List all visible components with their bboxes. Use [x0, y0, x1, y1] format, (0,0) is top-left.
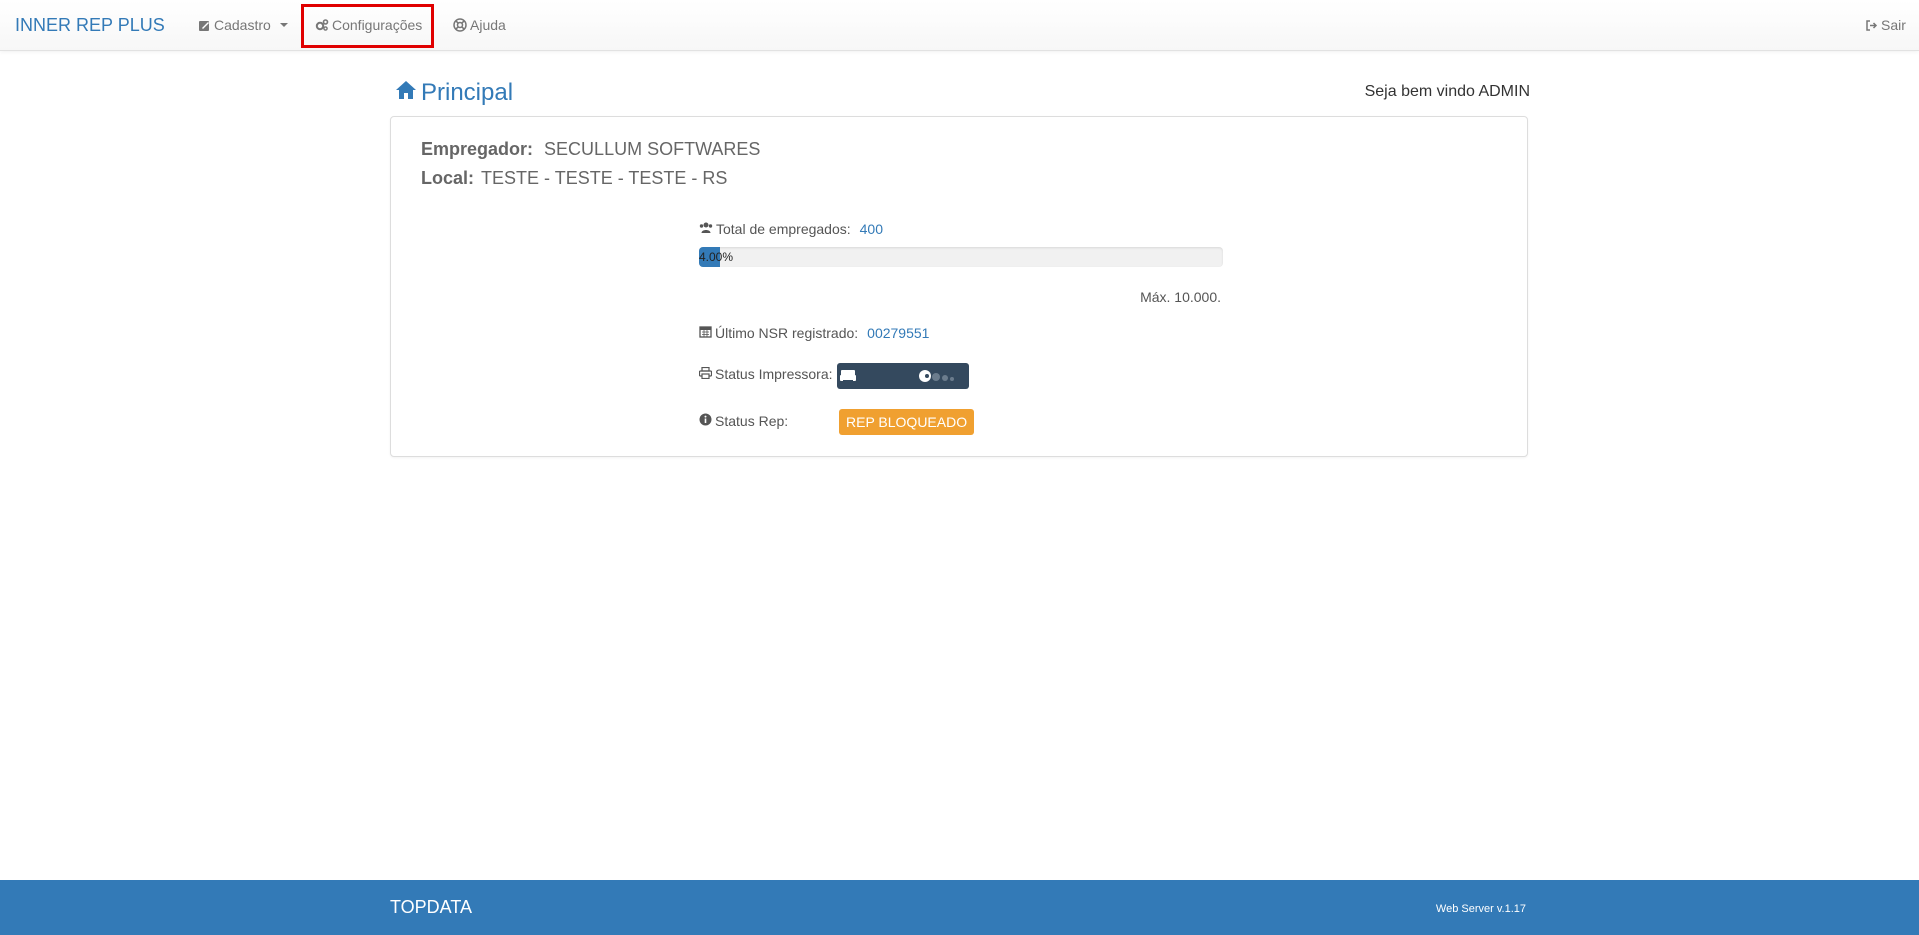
employer-label: Empregador: [421, 139, 534, 159]
total-employees-value: 400 [859, 221, 883, 237]
printer-status-row: Status Impressora: [698, 366, 833, 382]
logout-label: Sair [1881, 17, 1906, 33]
logout-icon [1864, 18, 1878, 32]
footer-version: Web Server v.1.17 [1435, 903, 1526, 915]
location-value: TESTE - TESTE - TESTE - RS [481, 168, 728, 188]
location-label: Local: [421, 168, 475, 188]
info-circle-icon [699, 413, 712, 429]
home-icon [395, 79, 417, 107]
last-nsr-row: Último NSR registrado: 00279551 [699, 325, 929, 341]
total-employees-label: Total de empregados: [716, 221, 851, 237]
nav-cadastro[interactable]: Cadastro [197, 0, 288, 50]
location-line: Local: TESTE - TESTE - TESTE - RS [421, 168, 727, 189]
progress-text: 4.00% [699, 250, 734, 264]
rep-status-label: Status Rep: [715, 413, 789, 429]
top-navbar: INNER REP PLUS Cadastro Configurações Aj… [0, 0, 1919, 51]
employer-value: SECULLUM SOFTWARES [544, 139, 761, 159]
printer-status-badge [837, 363, 969, 389]
page-title-text: Principal [421, 79, 514, 106]
brand-link[interactable]: INNER REP PLUS [15, 0, 165, 50]
welcome-text: Seja bem vindo ADMIN [1364, 83, 1530, 100]
footer: TOPDATA Web Server v.1.17 [0, 880, 1919, 935]
calendar-icon [699, 325, 712, 341]
rep-status-badge: REP BLOQUEADO [839, 409, 975, 435]
progress-bar: 4.00% [699, 247, 733, 267]
edit-icon [197, 18, 211, 32]
rep-status-row: Status Rep: [699, 413, 788, 429]
nav-cadastro-label: Cadastro [214, 17, 271, 33]
nav-configuracoes[interactable]: Configurações [315, 0, 422, 50]
chevron-down-icon [279, 23, 288, 27]
employees-progress: 4.00% [699, 247, 1223, 267]
lifebuoy-icon [453, 18, 467, 32]
total-employees-row: Total de empregados: 400 [699, 221, 883, 237]
last-nsr-label: Último NSR registrado: [715, 325, 859, 341]
last-nsr-value: 00279551 [867, 325, 930, 341]
users-icon [699, 221, 713, 237]
cogs-icon [315, 18, 329, 32]
nav-configuracoes-label: Configurações [332, 17, 423, 33]
print-icon [698, 366, 713, 382]
max-employees-text: Máx. 10.000. [1140, 289, 1221, 305]
printer-status-label: Status Impressora: [715, 366, 833, 382]
employer-line: Empregador: SECULLUM SOFTWARES [421, 139, 760, 160]
footer-brand: TOPDATA [390, 897, 473, 917]
logout-link[interactable]: Sair [1864, 0, 1906, 50]
nav-ajuda[interactable]: Ajuda [453, 0, 506, 50]
printer-status-graphic [840, 370, 954, 383]
page-title: Principal [395, 76, 513, 110]
nav-ajuda-label: Ajuda [470, 17, 506, 33]
main-panel: Empregador: SECULLUM SOFTWARES Local: TE… [390, 116, 1528, 457]
